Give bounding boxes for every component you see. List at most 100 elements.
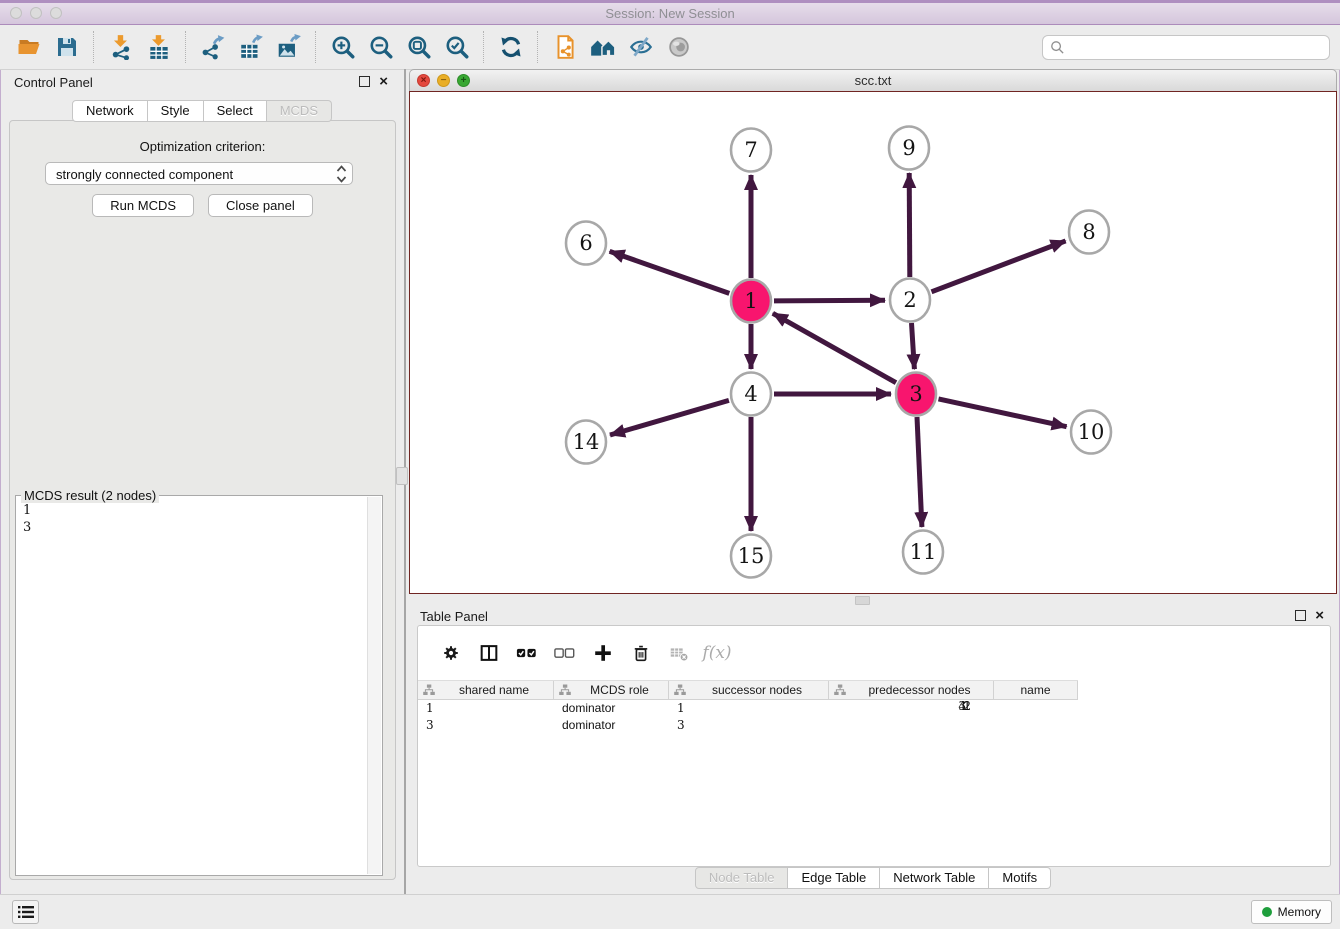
table-cell: 3 <box>669 718 753 732</box>
show-all-button[interactable] <box>660 29 698 65</box>
network-window: × − + scc.txt 1 2 3 4 6 7 8 9 10 11 14 15 <box>409 69 1337 594</box>
result-scrollbar[interactable] <box>367 497 381 874</box>
save-session-button[interactable] <box>48 29 86 65</box>
export-table-button[interactable] <box>232 29 270 65</box>
zoom-out-button[interactable] <box>362 29 400 65</box>
open-session-button[interactable] <box>10 29 48 65</box>
node-label: 6 <box>579 231 592 255</box>
edge-3-11[interactable] <box>917 417 922 527</box>
column-header-shared-name[interactable]: shared name <box>418 681 554 699</box>
export-network-button[interactable] <box>194 29 232 65</box>
houses-icon <box>589 34 617 60</box>
tab-select[interactable]: Select <box>204 100 267 122</box>
refresh-icon <box>498 34 524 60</box>
node-label: 1 <box>744 289 757 313</box>
float-panel-icon[interactable] <box>359 76 370 87</box>
node-9[interactable]: 9 <box>889 127 929 170</box>
vertical-splitter-grip[interactable] <box>396 467 408 485</box>
import-network-button[interactable] <box>102 29 140 65</box>
criterion-value: strongly connected component <box>56 167 233 182</box>
close-table-panel-icon[interactable]: × <box>1315 611 1324 621</box>
edge-3-10[interactable] <box>939 399 1067 427</box>
first-neighbors-button[interactable] <box>584 29 622 65</box>
network-window-titlebar[interactable]: × − + scc.txt <box>409 69 1337 91</box>
export-image-button[interactable] <box>270 29 308 65</box>
add-column-button[interactable] <box>584 636 622 670</box>
node-6[interactable]: 6 <box>566 222 606 265</box>
run-mcds-button[interactable]: Run MCDS <box>92 194 194 217</box>
node-11[interactable]: 11 <box>903 531 943 574</box>
edge-4-14[interactable] <box>610 400 729 435</box>
node-table: f(x) shared nameMCDS rolesuccessor nodes… <box>417 625 1331 867</box>
delete-column-button[interactable] <box>622 636 660 670</box>
memory-button[interactable]: Memory <box>1251 900 1332 924</box>
column-header-predecessor-nodes[interactable]: predecessor nodes <box>829 681 994 699</box>
edge-1-6[interactable] <box>610 251 730 293</box>
task-history-button[interactable] <box>12 900 39 924</box>
table-settings-button[interactable] <box>432 636 470 670</box>
delete-table-button <box>660 636 698 670</box>
hide-selected-button[interactable] <box>622 29 660 65</box>
column-type-icon <box>423 684 435 696</box>
tab-mcds[interactable]: MCDS <box>267 100 332 122</box>
deselect-all-columns-button[interactable] <box>546 636 584 670</box>
close-panel-icon[interactable]: × <box>379 77 388 87</box>
main-toolbar <box>0 25 1340 70</box>
column-header-name[interactable]: name <box>994 681 1078 699</box>
network-canvas[interactable]: 1 2 3 4 6 7 8 9 10 11 14 15 <box>409 91 1337 594</box>
node-14[interactable]: 14 <box>566 421 606 464</box>
table-row[interactable]: 3dominator323 <box>418 716 1330 733</box>
float-table-panel-icon[interactable] <box>1295 610 1306 621</box>
tab-style[interactable]: Style <box>148 100 204 122</box>
column-header-MCDS-role[interactable]: MCDS role <box>554 681 669 699</box>
edge-2-8[interactable] <box>932 241 1066 292</box>
export-network-icon <box>200 34 226 60</box>
node-4[interactable]: 4 <box>731 373 771 416</box>
mcds-result-list[interactable]: 1 3 <box>23 502 31 536</box>
tab-network-table[interactable]: Network Table <box>880 867 989 889</box>
list-icon <box>18 905 34 919</box>
refresh-button[interactable] <box>492 29 530 65</box>
checked-boxes-icon <box>514 642 540 664</box>
zoom-fit-button[interactable] <box>400 29 438 65</box>
tab-node-table[interactable]: Node Table <box>695 867 789 889</box>
tab-edge-table[interactable]: Edge Table <box>788 867 880 889</box>
node-2[interactable]: 2 <box>890 279 930 322</box>
toolbar-separator <box>185 31 187 63</box>
criterion-dropdown[interactable]: strongly connected component <box>45 162 353 185</box>
eye-disabled-icon <box>666 34 692 60</box>
node-table-body: 1dominator4113dominator323 <box>418 699 1330 733</box>
zoom-selected-button[interactable] <box>438 29 476 65</box>
import-table-button[interactable] <box>140 29 178 65</box>
toolbar-separator <box>483 31 485 63</box>
edge-2-3[interactable] <box>912 323 915 369</box>
save-icon <box>55 35 79 59</box>
edge-2-9[interactable] <box>909 173 910 277</box>
mcds-result-title: MCDS result (2 nodes) <box>21 488 159 503</box>
network-view-title: scc.txt <box>410 73 1336 88</box>
window-title: Session: New Session <box>0 6 1340 21</box>
memory-label: Memory <box>1278 905 1321 919</box>
edge-3-1[interactable] <box>773 313 896 382</box>
select-all-columns-button[interactable] <box>508 636 546 670</box>
zoom-fit-icon <box>406 34 432 60</box>
export-table-icon <box>238 34 264 60</box>
result-line: 3 <box>23 519 31 536</box>
table-cell: dominator <box>554 718 669 732</box>
right-area: × − + scc.txt 1234678910111415 Table Pan… <box>406 69 1340 895</box>
tab-network[interactable]: Network <box>72 100 148 122</box>
zoom-in-button[interactable] <box>324 29 362 65</box>
clone-network-button[interactable] <box>546 29 584 65</box>
close-panel-button[interactable]: Close panel <box>208 194 313 217</box>
node-10[interactable]: 10 <box>1071 411 1111 454</box>
node-8[interactable]: 8 <box>1069 211 1109 254</box>
node-7[interactable]: 7 <box>731 129 771 172</box>
node-1[interactable]: 1 <box>731 280 771 323</box>
node-15[interactable]: 15 <box>731 535 771 578</box>
split-columns-button[interactable] <box>470 636 508 670</box>
column-header-successor-nodes[interactable]: successor nodes <box>669 681 829 699</box>
search-input[interactable] <box>1065 39 1329 56</box>
node-3[interactable]: 3 <box>896 373 936 416</box>
tab-motifs[interactable]: Motifs <box>989 867 1051 889</box>
edge-1-2[interactable] <box>774 300 885 301</box>
